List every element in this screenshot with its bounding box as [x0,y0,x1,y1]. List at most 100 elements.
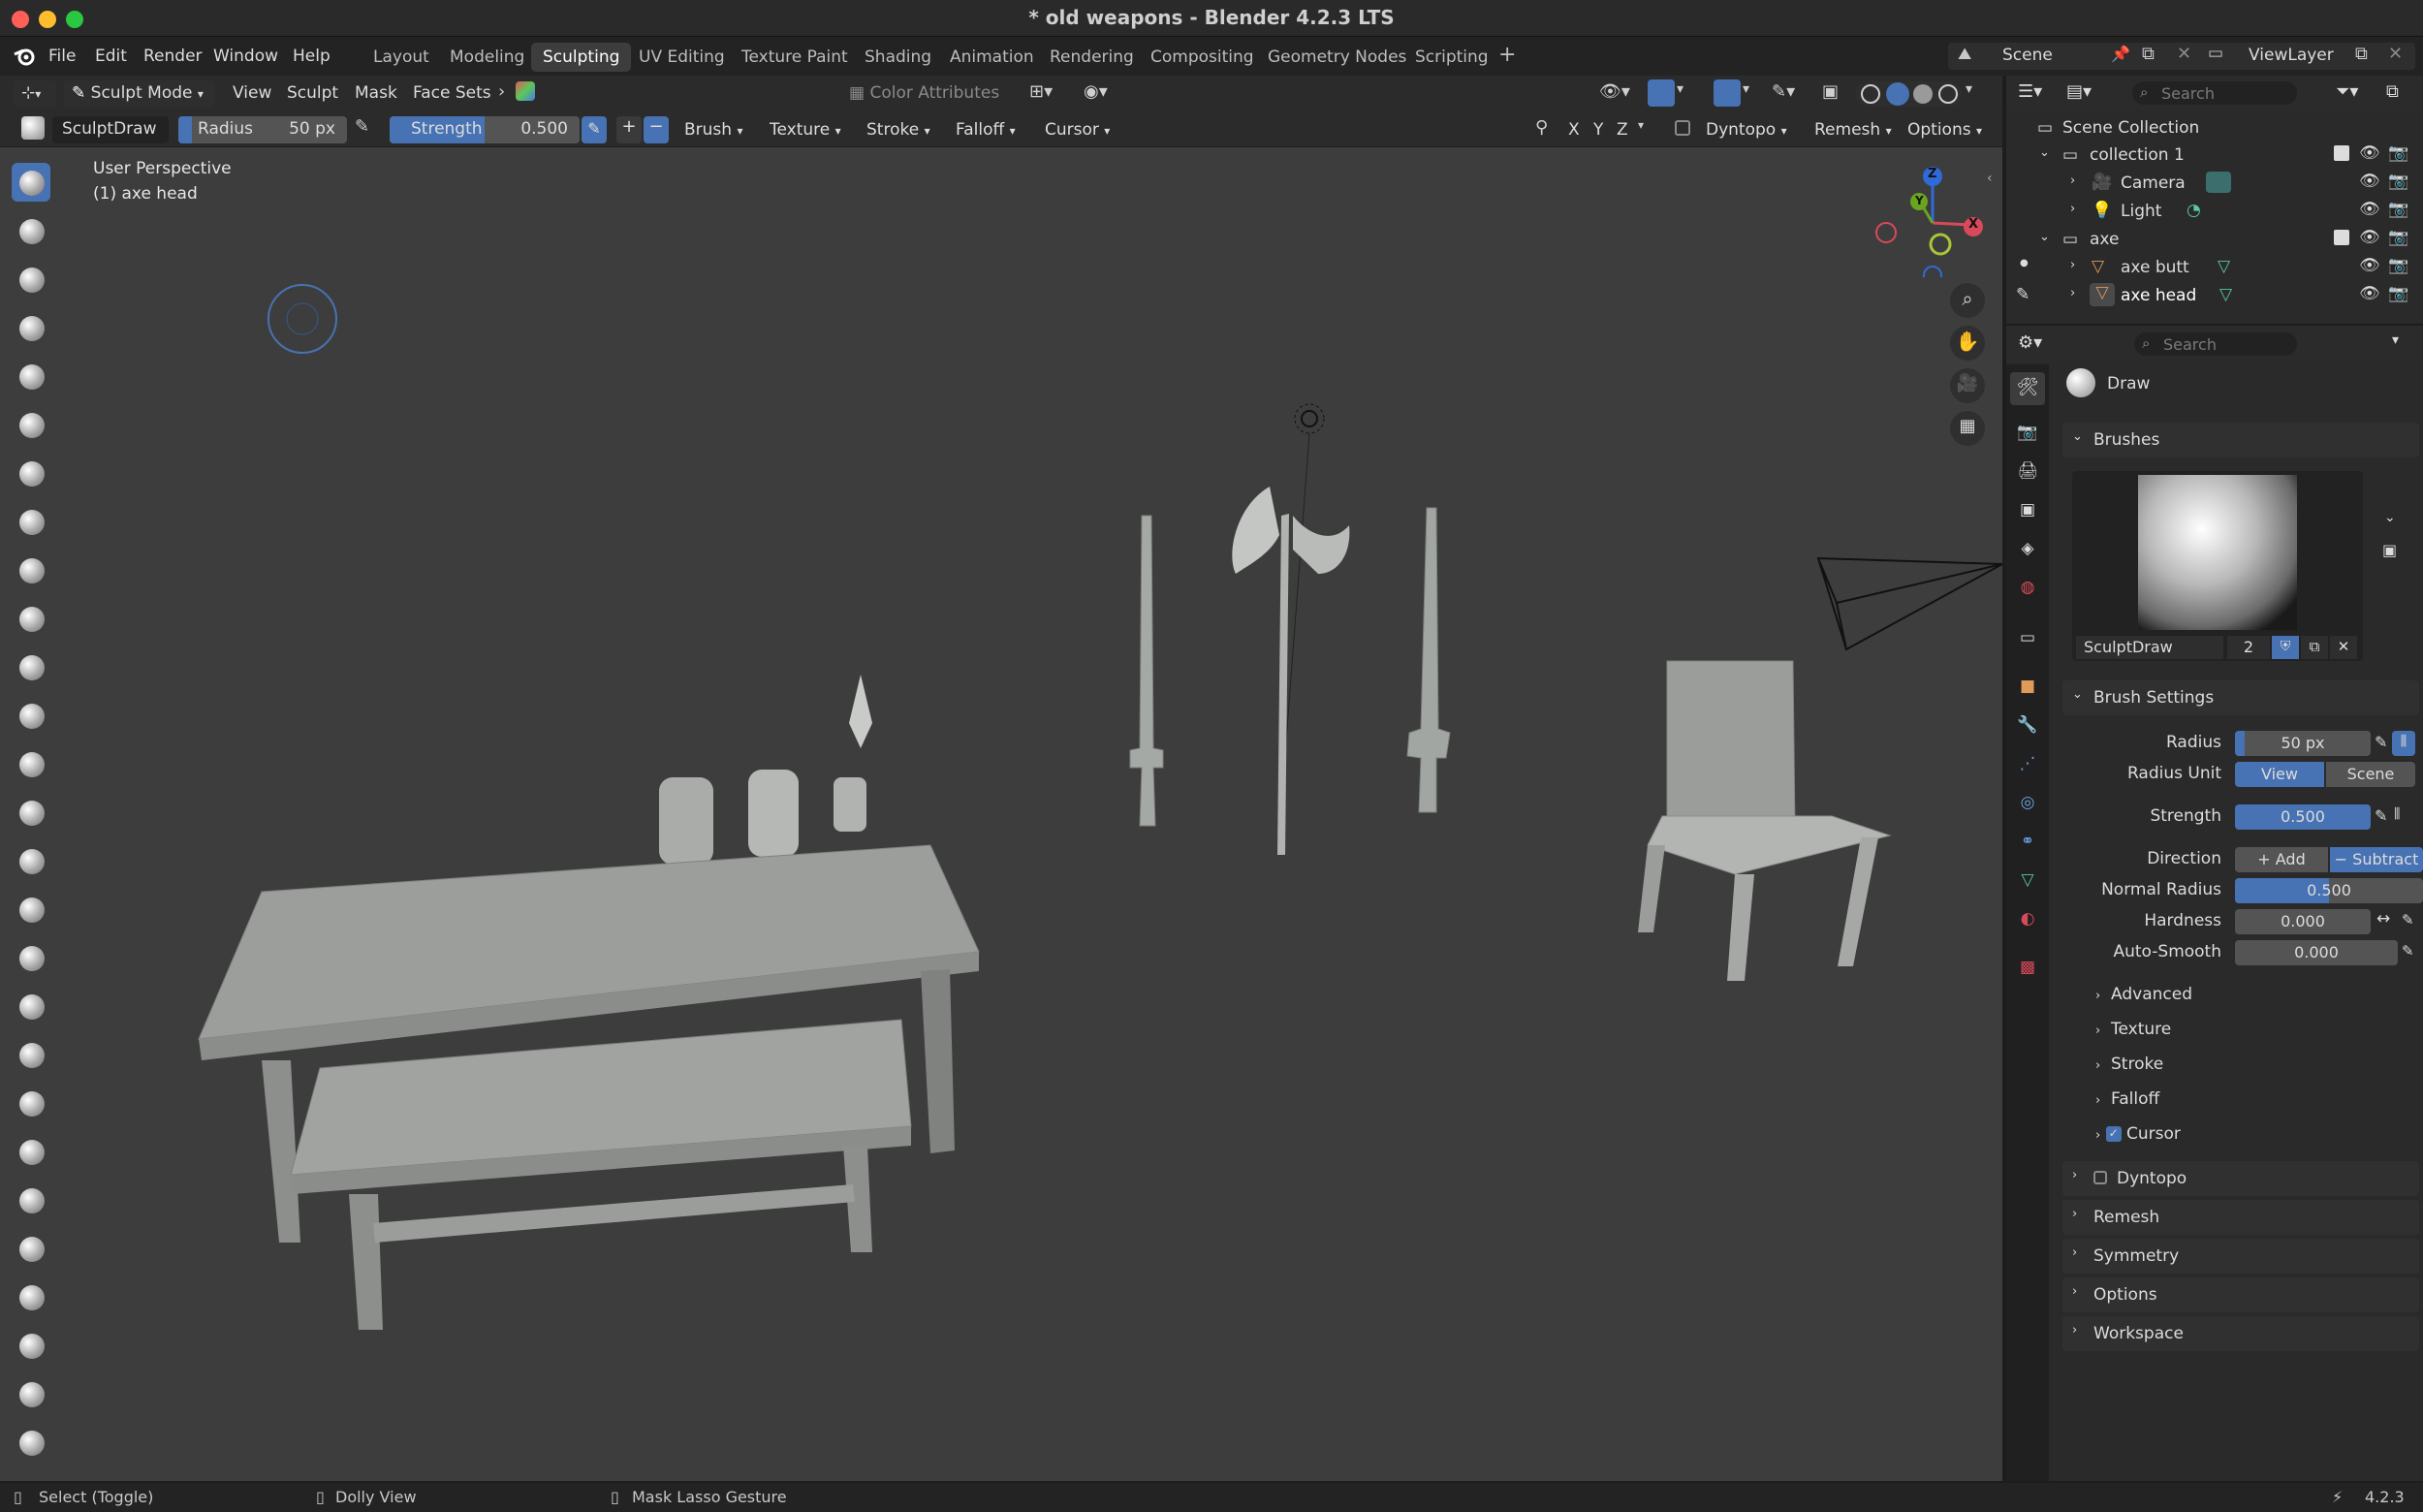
physics-tab-icon[interactable]: ◎ [2010,793,2045,822]
tab-scripting[interactable]: Scripting [1403,43,1500,72]
render-camera-icon[interactable]: 📷 [2388,172,2408,191]
camera-view-icon[interactable]: 🎥 [1950,368,1985,403]
xray-icon[interactable]: ▣ [1822,81,1839,102]
symmetry-panel-header[interactable]: › Symmetry [2062,1239,2419,1274]
blender-logo-icon[interactable] [14,47,35,66]
menu-view[interactable]: View [227,80,277,108]
hardness-field[interactable]: 0.000 [2235,909,2371,934]
subpanel-cursor[interactable]: › ✓ Cursor [2095,1124,2181,1144]
brush-menu[interactable]: Brush ▾ [678,117,749,144]
navigation-gizmo[interactable]: Z X Y [1871,161,1987,285]
brush-name-field[interactable]: SculptDraw [52,116,169,143]
brushes-panel-header[interactable]: ⌄ Brushes [2062,423,2419,457]
tab-geometry-nodes[interactable]: Geometry Nodes [1256,43,1418,72]
symmetry-y-button[interactable]: Y [1588,117,1609,144]
menu-render[interactable]: Render [143,47,203,66]
direction-subtract-icon[interactable]: − [644,116,669,143]
chevron-right-icon[interactable]: › [2070,202,2075,216]
menu-help[interactable]: Help [293,47,330,66]
data-tab-icon[interactable]: ▽ [2010,870,2045,899]
outliner-row-axe-butt[interactable]: ● › ▽ axe butt ▽ 👁 📷 [2006,254,2423,282]
symmetry-dropdown-icon[interactable]: ▾ [1638,118,1644,132]
zoom-view-icon[interactable]: ⌕ [1950,283,1985,318]
direction-add-button[interactable]: + Add [2235,847,2328,872]
dyntopo-panel-checkbox[interactable] [2093,1171,2107,1184]
radius-pressure-icon[interactable]: ✎ [355,116,369,137]
mode-dot-icon[interactable]: ● [2020,258,2029,268]
eye-icon[interactable]: 👁 [2359,228,2380,247]
menu-mask[interactable]: Mask [349,80,403,108]
constraints-tab-icon[interactable]: ⚭ [2010,832,2045,861]
modifier-tab-icon[interactable]: 🔧 [2010,715,2045,744]
menu-face-sets[interactable]: Face Sets [407,80,497,108]
scene-selector[interactable]: ⛰ Scene 📌 ⧉ ✕ [1948,43,2212,70]
outliner-row-axe[interactable]: ⌄ ▭ axe 👁 📷 [2006,226,2423,254]
view-layer-tab-icon[interactable]: ▣ [2010,500,2045,529]
chevron-right-icon[interactable]: › [498,81,505,102]
menu-window[interactable]: Window [213,47,278,66]
strength-field[interactable]: 0.500 [2235,804,2371,830]
autosmooth-pressure-icon[interactable]: ✎ [2402,942,2414,960]
visibility-icon[interactable]: 👁▾ [1599,81,1630,102]
brush-settings-panel-header[interactable]: ⌄ Brush Settings [2062,680,2419,715]
chevron-right-icon[interactable]: › [2070,286,2075,300]
properties-options-icon[interactable]: ▾ [2392,332,2399,348]
material-shading-icon[interactable] [1913,84,1933,104]
editor-type-dropdown[interactable]: ⊹▾ [14,80,56,108]
brush-overlay-icon[interactable]: ✎▾ [1772,81,1795,102]
subpanel-stroke[interactable]: › Stroke [2095,1055,2163,1074]
outliner-search-input[interactable]: ⌕ Search [2132,81,2297,105]
chevron-down-icon[interactable]: ⌄ [2039,230,2050,244]
radius-field[interactable]: 50 px [2235,731,2371,756]
tab-uv-editing[interactable]: UV Editing [627,43,737,72]
color-attributes-dropdown[interactable]: ▦ Color Attributes [849,83,1014,107]
eye-icon[interactable]: 👁 [2359,256,2380,275]
chevron-down-icon[interactable]: ⌄ [2039,145,2050,160]
options-panel-header[interactable]: › Options [2062,1277,2419,1312]
render-camera-icon[interactable]: 📷 [2388,256,2408,275]
chevron-right-icon[interactable]: › [2070,258,2075,272]
texture-tab-icon[interactable]: ▩ [2010,958,2045,987]
tool-tab-icon[interactable]: 🛠 [2010,372,2045,405]
new-scene-icon[interactable]: ⧉ [2142,44,2155,64]
output-tab-icon[interactable]: 🖨 [2010,461,2045,490]
exclude-checkbox[interactable] [2334,230,2349,245]
solid-shading-icon[interactable] [1886,82,1909,106]
tab-animation[interactable]: Animation [938,43,1046,72]
cursor-checkbox[interactable]: ✓ [2105,1126,2122,1142]
dyntopo-panel-header[interactable]: › Dyntopo [2062,1161,2419,1196]
duplicate-brush-icon[interactable]: ⧉ [2301,636,2328,659]
new-collection-icon[interactable]: ⧉ [2386,81,2399,102]
falloff-menu[interactable]: Falloff ▾ [950,117,1022,144]
outliner-row-camera[interactable]: › 🎥 Camera 👁 📷 [2006,170,2423,198]
radius-pressure-icon[interactable]: ✎ [2375,733,2387,751]
gizmo-toggle-icon[interactable] [1648,79,1675,107]
network-icon[interactable]: ⚡ [2332,1488,2343,1506]
eye-icon[interactable]: 👁 [2359,284,2380,303]
tab-rendering[interactable]: Rendering [1038,43,1146,72]
cursor-menu[interactable]: Cursor ▾ [1039,117,1116,144]
direction-subtract-button[interactable]: − Subtract [2330,847,2423,872]
tab-layout[interactable]: Layout [362,43,441,72]
sculpt-mode-icon[interactable]: ✎ [2016,285,2030,304]
particles-tab-icon[interactable]: ⋰ [2010,754,2045,783]
display-mode-icon[interactable]: ▤▾ [2066,81,2092,102]
subpanel-texture[interactable]: › Texture [2095,1020,2171,1039]
rendered-shading-icon[interactable] [1938,84,1958,104]
unlink-brush-icon[interactable]: ✕ [2330,636,2357,659]
brush-asset-icon[interactable]: ▣ [2382,541,2397,559]
radius-slider[interactable]: Radius 50 px [178,116,347,143]
tab-sculpting[interactable]: Sculpting [531,43,632,72]
brush-specials-icon[interactable]: ⌄ [2384,510,2396,525]
filter-icon[interactable]: ⏷▾ [2336,81,2358,102]
tab-compositing[interactable]: Compositing [1139,43,1266,72]
radius-lock-icon[interactable]: ⫼ [2392,731,2415,756]
pan-view-icon[interactable]: ✋ [1950,326,1985,361]
remesh-menu[interactable]: Remesh ▾ [1809,117,1898,144]
eye-icon[interactable]: 👁 [2359,200,2380,219]
brush-preview-box[interactable]: SculptDraw 2 ⛨ ⧉ ✕ [2072,471,2363,661]
properties-editor-icon[interactable]: ⚙▾ [2018,332,2042,353]
render-camera-icon[interactable]: 📷 [2388,200,2408,219]
shading-dropdown-icon[interactable]: ▾ [1966,81,1972,97]
wireframe-shading-icon[interactable] [1861,84,1880,104]
